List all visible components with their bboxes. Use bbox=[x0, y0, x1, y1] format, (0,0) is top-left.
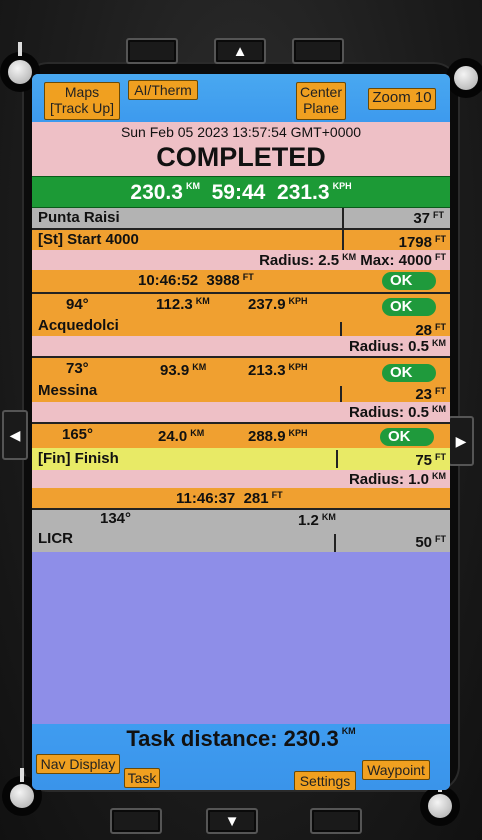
start-time-row: 10:46:52 3988 FT OK bbox=[32, 270, 450, 292]
leg-row[interactable]: 94° 112.3 KM 237.9 KPH OK Acquedolci 28 FT bbox=[32, 294, 450, 339]
leg-waypoint-name: Acquedolci bbox=[38, 317, 119, 334]
leg-radius-row: Radius: 0.5 KM bbox=[32, 336, 450, 356]
leg-speed: 213.3 KPH bbox=[248, 362, 308, 379]
destination-row[interactable]: 134° 1.2 KM LICR 50 FT bbox=[32, 510, 450, 552]
leg-radius-text: Radius: 1.0 KM bbox=[348, 471, 446, 488]
leg-radius-row: Radius: 1.0 KM bbox=[32, 470, 450, 488]
display-screen: Maps [Track Up] AI/Therm Center Plane Zo… bbox=[32, 74, 450, 790]
leg-row[interactable]: 165° 24.0 KM 288.9 KPH OK bbox=[32, 424, 450, 448]
summary-distance: 230.3 bbox=[130, 181, 183, 204]
leg-row[interactable]: 73° 93.9 KM 213.3 KPH OK Messina 23 FT bbox=[32, 358, 450, 403]
start-radius-row: Radius: 2.5 KM Max: 4000 FT bbox=[32, 250, 450, 270]
leg-bearing: 165° bbox=[62, 426, 94, 443]
leg-elevation: 75 FT bbox=[415, 452, 446, 469]
settings-button[interactable]: Settings bbox=[294, 771, 356, 790]
destination-name: LICR bbox=[38, 530, 73, 547]
center-plane-button[interactable]: Center Plane bbox=[296, 82, 346, 120]
leg-bearing: 73° bbox=[66, 360, 89, 377]
knob-top-right[interactable] bbox=[446, 58, 482, 98]
start-time-text: 10:46:52 3988 FT bbox=[138, 272, 254, 289]
summary-speed: 231.3 bbox=[277, 181, 330, 204]
softkey-right[interactable]: ▶ bbox=[448, 416, 474, 466]
summary-bar: 230.3 KM 59:44 231.3 KPH bbox=[32, 176, 450, 208]
status-header: Sun Feb 05 2023 13:57:54 GMT+0000 COMPLE… bbox=[32, 122, 450, 176]
summary-speed-unit: KPH bbox=[332, 181, 352, 191]
maps-track-up-button[interactable]: Maps [Track Up] bbox=[44, 82, 120, 120]
summary-time: 59:44 bbox=[211, 181, 266, 204]
up-arrow-icon: ▲ bbox=[232, 42, 248, 60]
zoom-button[interactable]: Zoom 10 bbox=[368, 88, 436, 110]
leg-radius-row: Radius: 0.5 KM bbox=[32, 402, 450, 422]
softkey-top-right[interactable] bbox=[292, 38, 344, 64]
leg-ok-badge: OK bbox=[380, 428, 434, 446]
task-distance-text: Task distance: 230.3 KM bbox=[126, 726, 356, 751]
leg-radius-text: Radius: 0.5 KM bbox=[348, 338, 446, 355]
departure-row[interactable]: Punta Raisi 37 FT bbox=[32, 208, 450, 228]
leg-speed: 237.9 KPH bbox=[248, 296, 308, 313]
finish-time-row: 11:46:37 281 FT bbox=[32, 488, 450, 510]
left-arrow-icon: ◀ bbox=[9, 426, 21, 443]
leg-waypoint-name: Messina bbox=[38, 382, 98, 399]
summary-values: 230.3 KM 59:44 231.3 KPH bbox=[32, 181, 450, 205]
summary-distance-unit: KM bbox=[185, 181, 200, 191]
waypoint-button[interactable]: Waypoint bbox=[362, 760, 430, 780]
down-arrow-icon: ▼ bbox=[224, 812, 240, 830]
departure-name: Punta Raisi bbox=[38, 209, 120, 226]
finish-time-text: 11:46:37 281 FT bbox=[176, 490, 283, 507]
departure-elevation: 37 FT bbox=[413, 210, 444, 227]
softkey-bottom-right[interactable] bbox=[310, 808, 362, 834]
start-radius-text: Radius: 2.5 KM Max: 4000 FT bbox=[259, 252, 446, 269]
ai-therm-button[interactable]: AI/Therm bbox=[128, 80, 198, 100]
right-arrow-icon: ▶ bbox=[455, 432, 467, 449]
start-ok-badge: OK bbox=[382, 272, 436, 290]
leg-ok-badge: OK bbox=[382, 298, 436, 316]
finish-row[interactable]: [Fin] Finish 75 FT bbox=[32, 448, 450, 470]
leg-speed: 288.9 KPH bbox=[248, 428, 308, 445]
task-button[interactable]: Task bbox=[124, 768, 160, 788]
destination-elevation: 50 FT bbox=[415, 534, 446, 551]
leg-waypoint-name: [Fin] Finish bbox=[38, 450, 119, 467]
softkey-top-left[interactable] bbox=[126, 38, 178, 64]
start-name: [St] Start 4000 bbox=[38, 231, 139, 248]
nav-display-button[interactable]: Nav Display bbox=[36, 754, 120, 774]
leg-distance: 112.3 KM bbox=[156, 296, 210, 313]
start-elevation: 1798 FT bbox=[398, 234, 446, 251]
start-row[interactable]: [St] Start 4000 1798 FT bbox=[32, 228, 450, 252]
destination-distance: 1.2 KM bbox=[298, 512, 336, 529]
softkey-left[interactable]: ◀ bbox=[2, 410, 28, 460]
datetime-text: Sun Feb 05 2023 13:57:54 GMT+0000 bbox=[120, 124, 362, 140]
leg-distance: 24.0 KM bbox=[158, 428, 205, 445]
softkey-up[interactable]: ▲ bbox=[214, 38, 266, 64]
leg-radius-text: Radius: 0.5 KM bbox=[348, 404, 446, 421]
leg-bearing: 94° bbox=[66, 296, 89, 313]
leg-ok-badge: OK bbox=[382, 364, 436, 382]
destination-bearing: 134° bbox=[100, 510, 132, 527]
softkey-bottom-left[interactable] bbox=[110, 808, 162, 834]
knob-bottom-right[interactable] bbox=[420, 778, 460, 826]
leg-elevation: 23 FT bbox=[415, 386, 446, 403]
task-state-text: COMPLETED bbox=[156, 142, 326, 172]
softkey-down[interactable]: ▼ bbox=[206, 808, 258, 834]
leg-distance: 93.9 KM bbox=[160, 362, 207, 379]
